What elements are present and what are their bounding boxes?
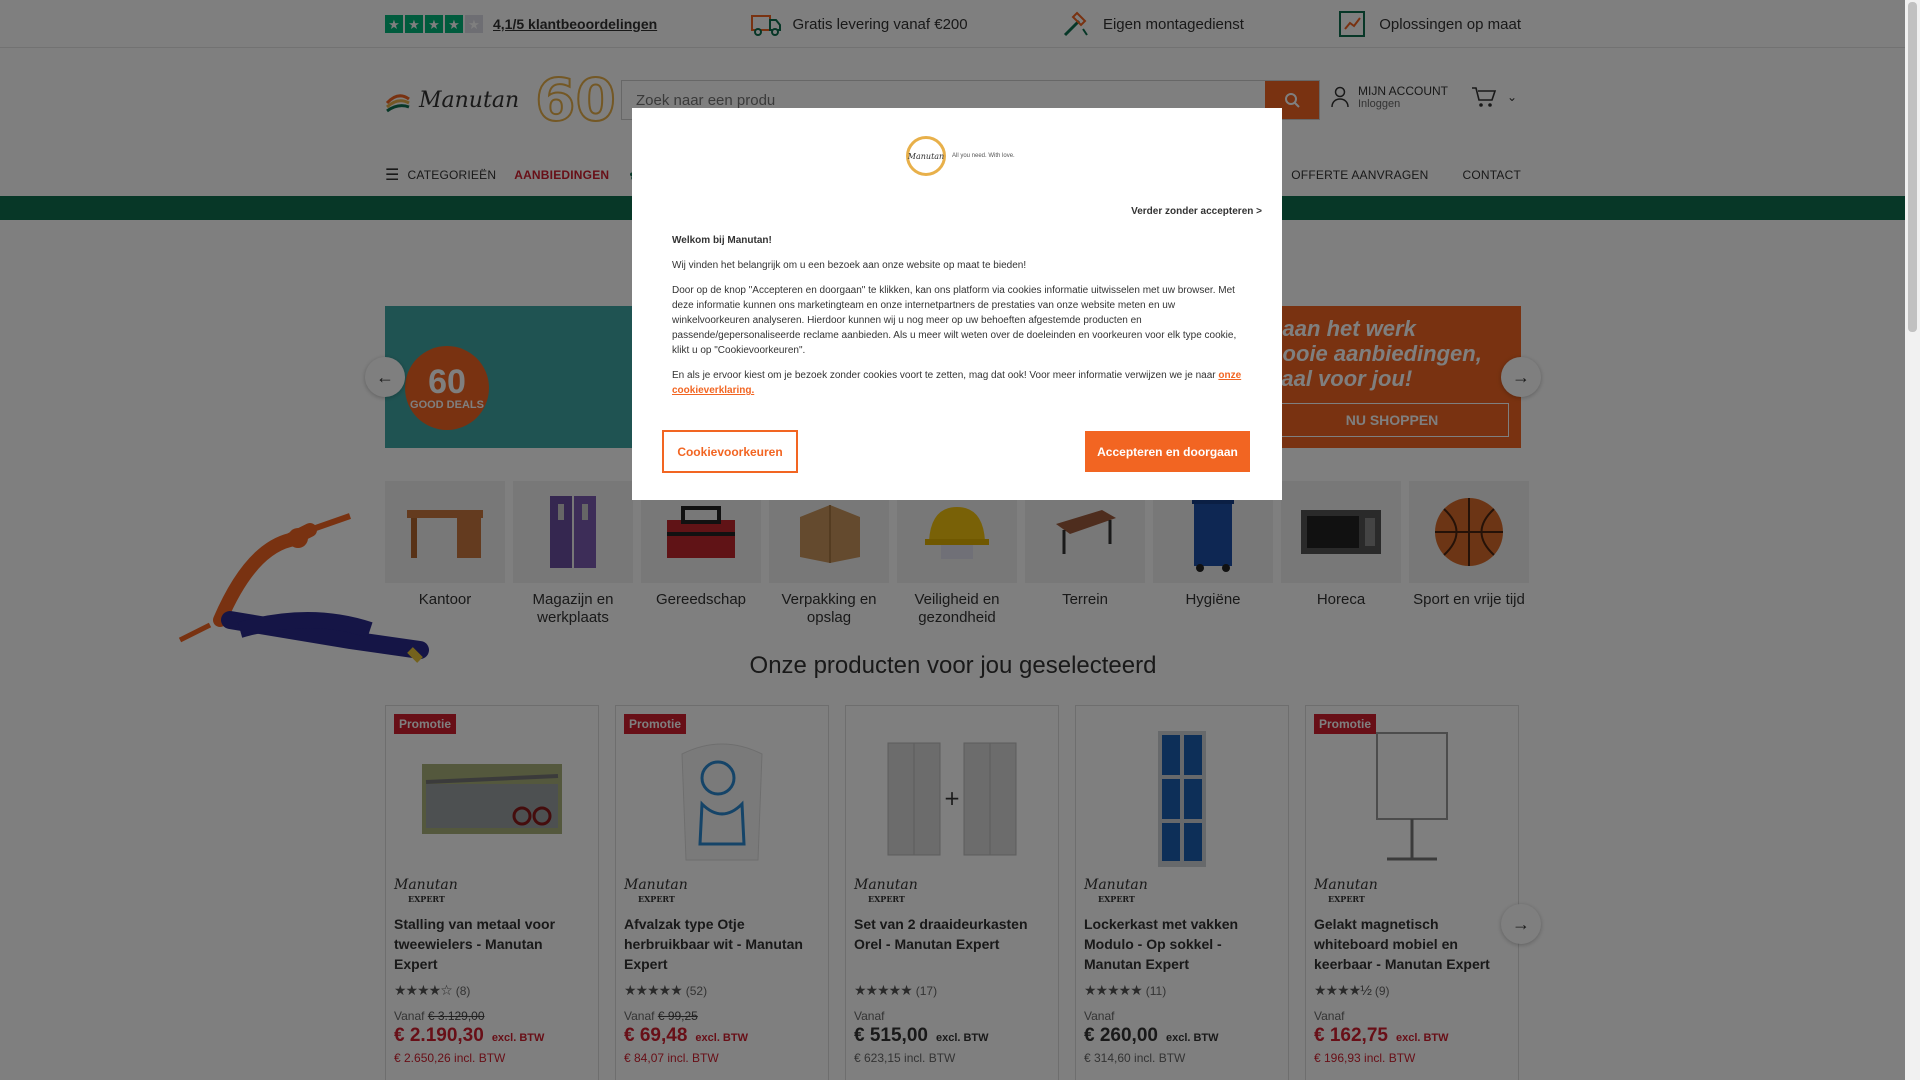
modal-logo: Manutan All you need. With love. xyxy=(906,136,1015,176)
manutan-logo-icon: Manutan xyxy=(906,136,946,176)
scrollbar-thumb[interactable] xyxy=(1908,2,1917,332)
continue-without-accepting-link[interactable]: Verder zonder accepteren > xyxy=(1131,206,1262,217)
cookie-consent-dialog: Manutan All you need. With love. Verder … xyxy=(632,108,1282,500)
accept-and-continue-button[interactable]: Accepteren en doorgaan xyxy=(1085,431,1250,472)
cookie-preferences-button[interactable]: Cookievoorkeuren xyxy=(662,430,798,473)
welcome-heading: Welkom bij Manutan! xyxy=(672,235,772,246)
cookie-text: Welkom bij Manutan! Wij vinden het belan… xyxy=(672,233,1242,408)
logo-tagline: All you need. With love. xyxy=(952,153,1015,159)
cookie-intro: Wij vinden het belangrijk om u een bezoe… xyxy=(672,260,1027,271)
cookie-optout-text: En als je ervoor kiest om je bezoek zond… xyxy=(672,370,1242,396)
page-scrollbar[interactable] xyxy=(1905,0,1920,1080)
cookie-explanation: Door op de knop "Accepteren en doorgaan"… xyxy=(672,285,1237,356)
